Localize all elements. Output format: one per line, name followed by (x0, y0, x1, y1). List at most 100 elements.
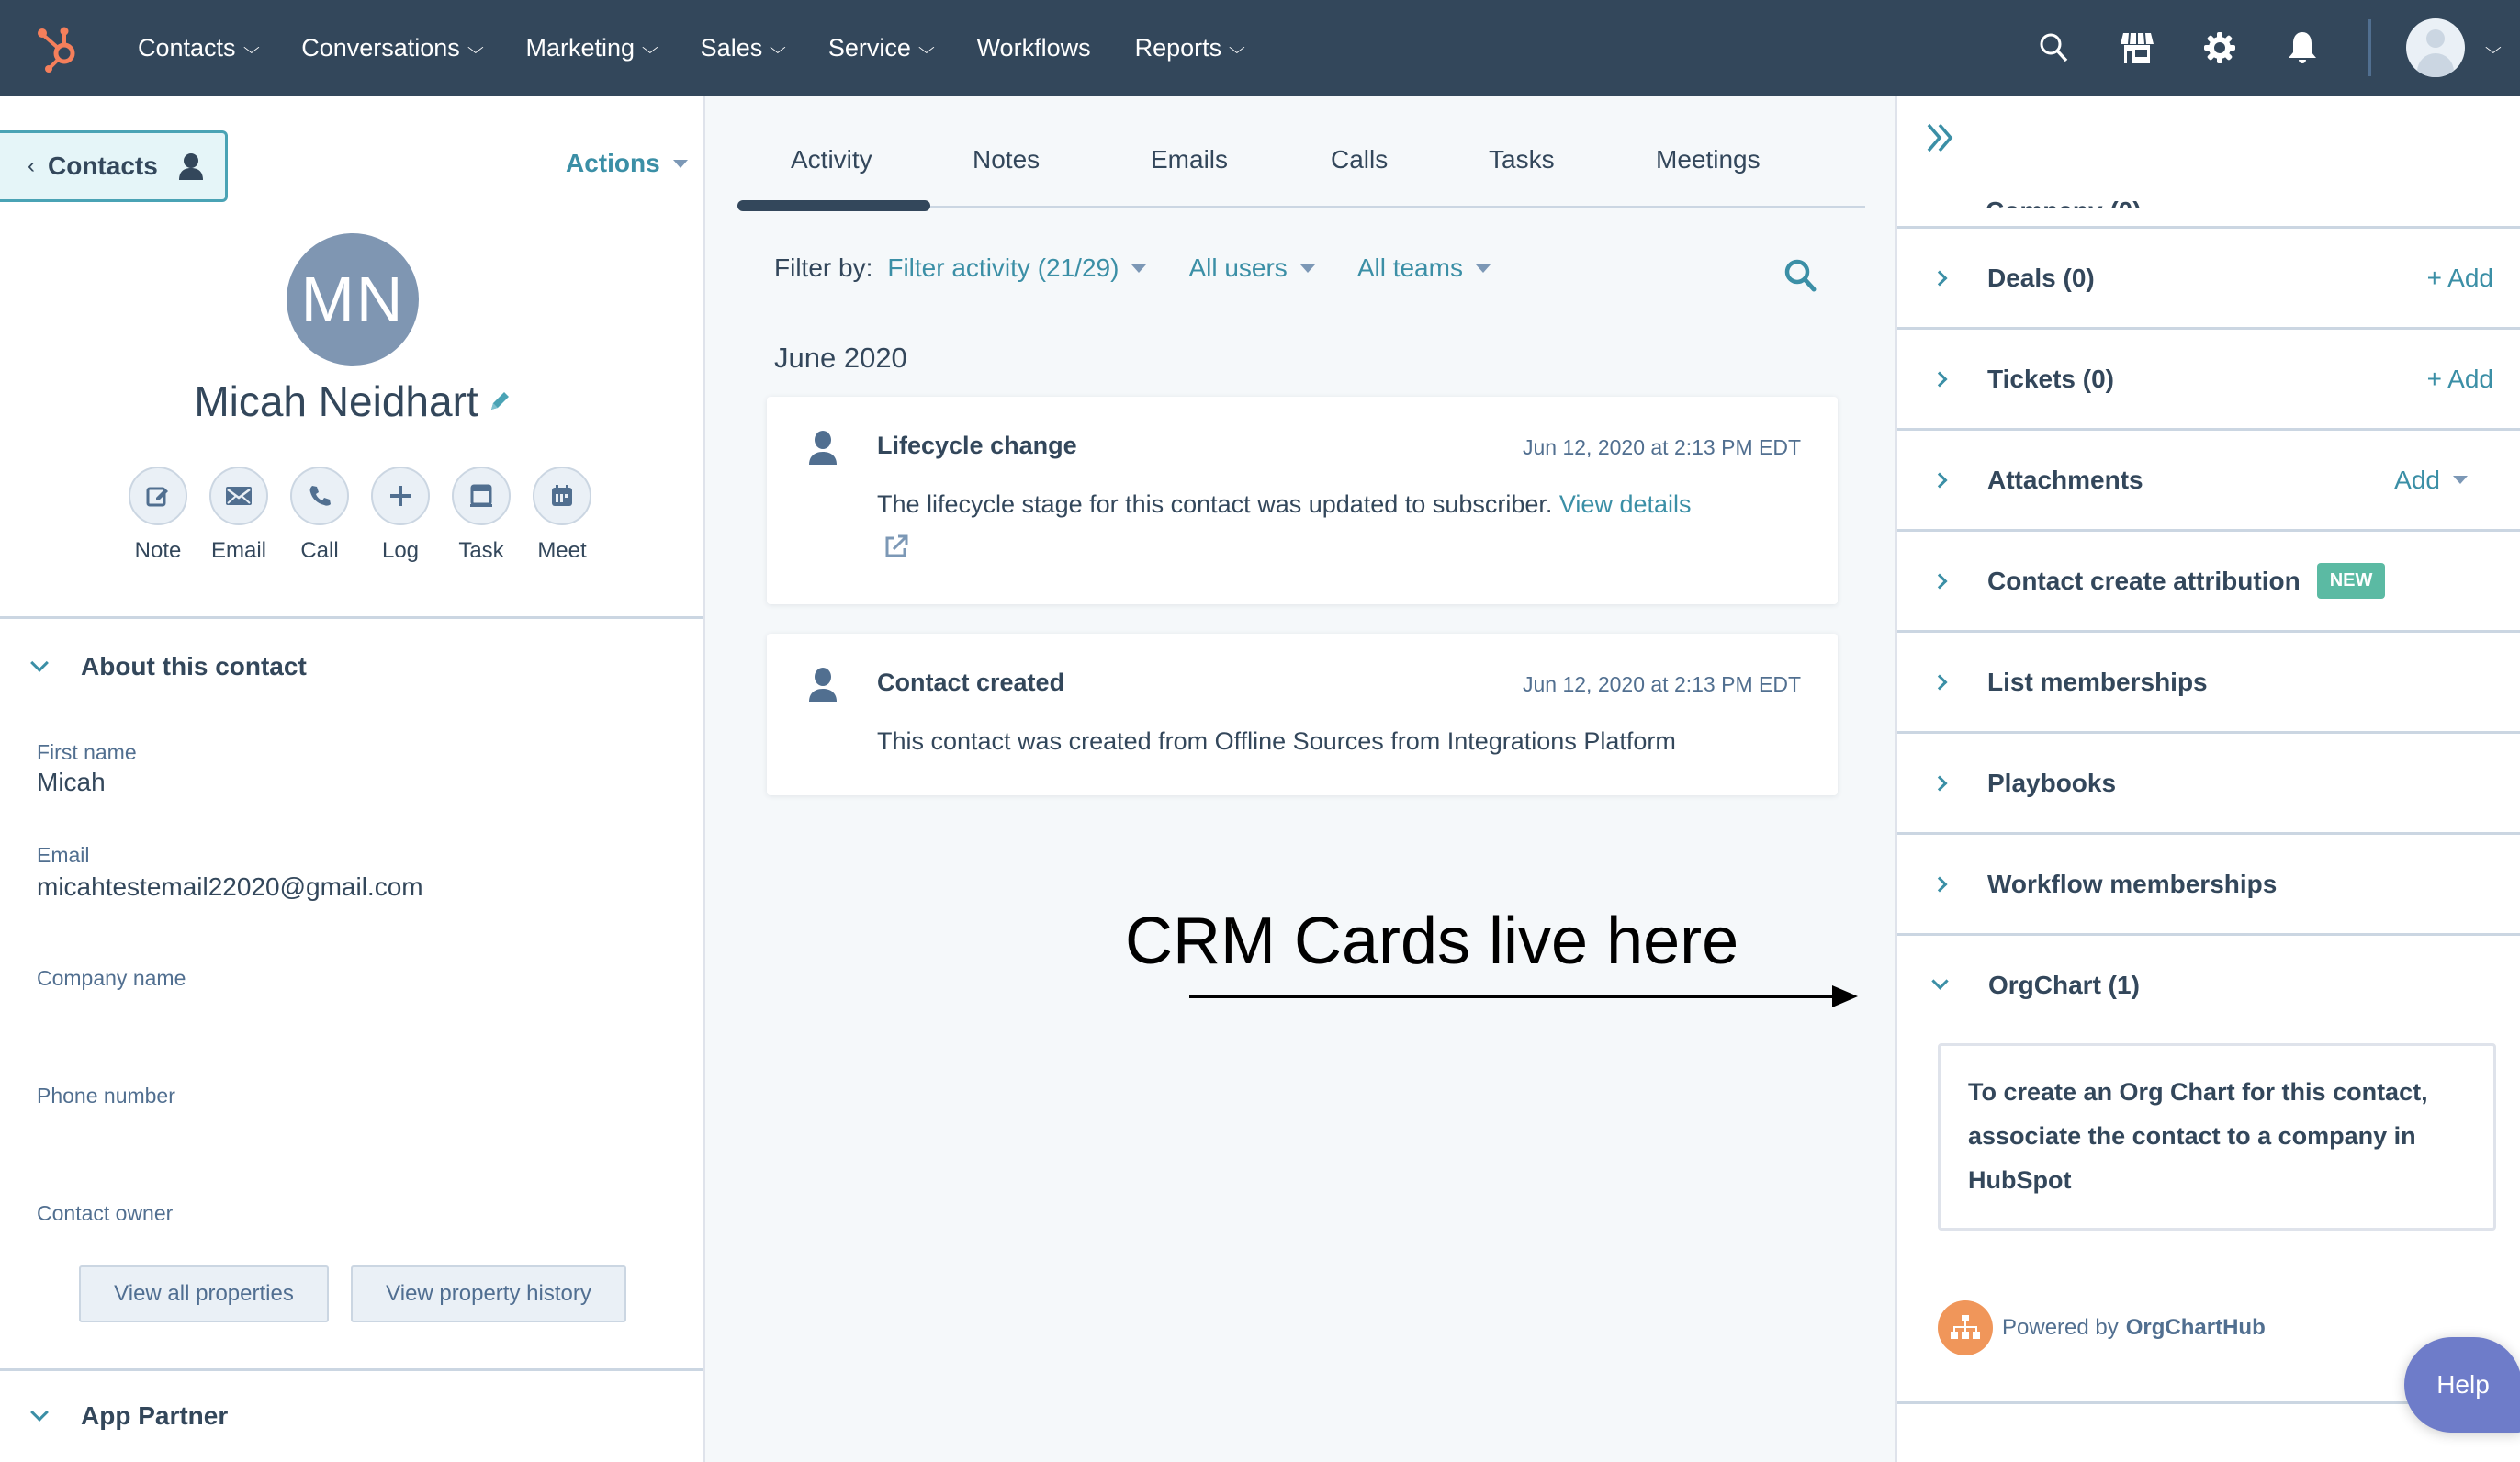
app-partner-section-toggle[interactable]: App Partner (28, 1401, 228, 1431)
nav-reports[interactable]: Reports ⌵ (1134, 33, 1245, 62)
hubspot-logo-icon[interactable] (31, 20, 86, 75)
qa-label: Note (134, 538, 182, 563)
tab-emails[interactable]: Emails (1151, 145, 1228, 174)
chevron-right-icon (1931, 876, 1948, 892)
card-playbooks[interactable]: Playbooks (1897, 731, 2520, 832)
tab-meetings[interactable]: Meetings (1656, 145, 1761, 174)
orgchart-message-text: To create an Org Chart for this contact,… (1968, 1078, 2428, 1194)
card-contact-create-attribution[interactable]: Contact create attribution NEW (1897, 529, 2520, 630)
meet-action-button[interactable]: Meet (522, 467, 602, 564)
person-icon (809, 431, 837, 465)
view-all-properties-button[interactable]: View all properties (79, 1265, 329, 1322)
card-title: Playbooks (1987, 768, 2117, 797)
nav-contacts[interactable]: Contacts ⌵ (138, 34, 260, 62)
user-avatar[interactable] (2406, 18, 2466, 77)
property-value-company-name[interactable] (37, 995, 661, 1029)
card-title: Workflow memberships (1987, 869, 2278, 898)
powered-by-orgcharthub[interactable]: Powered by OrgChartHub (1938, 1300, 2266, 1355)
event-timestamp: Jun 12, 2020 at 2:13 PM EDT (1522, 435, 1801, 459)
event-body: The lifecycle stage for this contact was… (877, 490, 1692, 519)
property-value-first-name[interactable]: Micah (37, 768, 106, 797)
caret-down-icon (2453, 476, 2468, 484)
qa-label: Meet (537, 538, 587, 563)
timeline-event-card: Contact created Jun 12, 2020 at 2:13 PM … (767, 634, 1838, 795)
chevron-down-icon: ⌵ (917, 38, 935, 57)
property-label-phone-number: Phone number (37, 1084, 175, 1108)
dropdown-label: All teams (1356, 253, 1463, 282)
event-body-text: The lifecycle stage for this contact was… (877, 490, 1553, 518)
chevron-down-icon (1931, 973, 1949, 990)
orgchart-message: To create an Org Chart for this contact,… (1938, 1043, 2496, 1231)
card-tickets[interactable]: Tickets (0) + Add (1897, 327, 2520, 428)
orgchart-hierarchy-icon (1938, 1300, 1993, 1355)
property-label-email: Email (37, 843, 90, 867)
add-attachment-dropdown[interactable]: Add (2394, 466, 2468, 495)
nav-service[interactable]: Service ⌵ (828, 34, 935, 62)
about-contact-section-toggle[interactable]: About this contact (28, 652, 307, 681)
nav-conversations[interactable]: Conversations ⌵ (301, 34, 483, 62)
divider (0, 616, 703, 619)
filter-users-dropdown[interactable]: All users (1188, 253, 1315, 283)
search-activity-icon[interactable] (1783, 257, 1819, 294)
filter-activity-dropdown[interactable]: Filter activity (21/29) (887, 253, 1147, 283)
nav-right-tools: ⌵ (2034, 0, 2520, 96)
property-value-phone-number[interactable] (37, 1113, 661, 1146)
help-button[interactable]: Help (2404, 1337, 2520, 1433)
contact-avatar: MN (287, 233, 419, 366)
card-workflow-memberships[interactable]: Workflow memberships (1897, 832, 2520, 933)
task-action-button[interactable]: Task (441, 467, 522, 564)
card-deals[interactable]: Deals (0) + Add (1897, 226, 2520, 327)
property-value-email[interactable]: micahtestemail22020@gmail.com (37, 872, 423, 902)
tab-activity[interactable]: Activity (791, 145, 872, 174)
chevron-down-icon: ⌵ (641, 38, 658, 57)
avatar-initials: MN (300, 264, 405, 335)
annotation-arrow-icon (1189, 985, 1858, 1007)
edit-pencil-icon[interactable] (488, 389, 512, 413)
marketplace-icon[interactable] (2117, 28, 2157, 68)
person-icon (809, 668, 837, 702)
nav-label: Marketing (525, 33, 636, 62)
nav-workflows[interactable]: Workflows (977, 34, 1091, 62)
actions-dropdown[interactable]: Actions (566, 149, 688, 178)
quick-actions: Note Email Call Log Task Meet (118, 467, 602, 564)
note-action-button[interactable]: Note (118, 467, 198, 564)
nav-sales[interactable]: Sales ⌵ (701, 34, 786, 62)
contact-name-text: Micah Neidhart (194, 377, 478, 425)
settings-gear-icon[interactable] (2199, 28, 2240, 68)
call-action-button[interactable]: Call (279, 467, 360, 564)
caret-down-icon (672, 159, 688, 168)
card-list-memberships[interactable]: List memberships (1897, 630, 2520, 731)
card-orgchart[interactable]: OrgChart (1) (1897, 933, 2520, 1034)
nav-marketing[interactable]: Marketing ⌵ (525, 33, 658, 62)
timeline-event-card: Lifecycle change Jun 12, 2020 at 2:13 PM… (767, 397, 1838, 604)
card-title: OrgChart (1) (1988, 970, 2140, 999)
external-link-icon[interactable] (883, 533, 910, 560)
view-details-link[interactable]: View details (1559, 490, 1692, 518)
event-timestamp: Jun 12, 2020 at 2:13 PM EDT (1522, 672, 1801, 696)
back-to-contacts-button[interactable]: ‹ Contacts (0, 130, 228, 202)
add-deal-button[interactable]: + Add (2427, 264, 2493, 293)
email-action-button[interactable]: Email (198, 467, 279, 564)
card-title: Deals (0) (1987, 263, 2095, 292)
button-label: View all properties (114, 1281, 294, 1306)
add-ticket-button[interactable]: + Add (2427, 365, 2493, 394)
scrolled-card-company: Company (0) (1897, 96, 2520, 226)
card-attachments[interactable]: Attachments Add (1897, 428, 2520, 529)
tab-notes[interactable]: Notes (973, 145, 1040, 174)
search-icon[interactable] (2034, 28, 2075, 68)
chevron-down-icon[interactable]: ⌵ (2485, 39, 2502, 58)
tab-tasks[interactable]: Tasks (1489, 145, 1555, 174)
event-body-text: This contact was created from Offline So… (877, 727, 1676, 755)
log-action-button[interactable]: Log (360, 467, 441, 564)
property-label-first-name: First name (37, 740, 137, 764)
notifications-bell-icon[interactable] (2282, 28, 2323, 68)
view-property-history-button[interactable]: View property history (351, 1265, 626, 1322)
annotation-text: CRM Cards live here (1125, 905, 1739, 978)
card-title: Contact create attribution (1987, 566, 2301, 595)
task-icon (470, 484, 492, 507)
chevron-down-icon: ⌵ (242, 38, 260, 57)
nav-label: Reports (1134, 33, 1222, 62)
filter-teams-dropdown[interactable]: All teams (1357, 253, 1491, 283)
tab-calls[interactable]: Calls (1331, 145, 1388, 174)
section-title: About this contact (81, 652, 307, 680)
